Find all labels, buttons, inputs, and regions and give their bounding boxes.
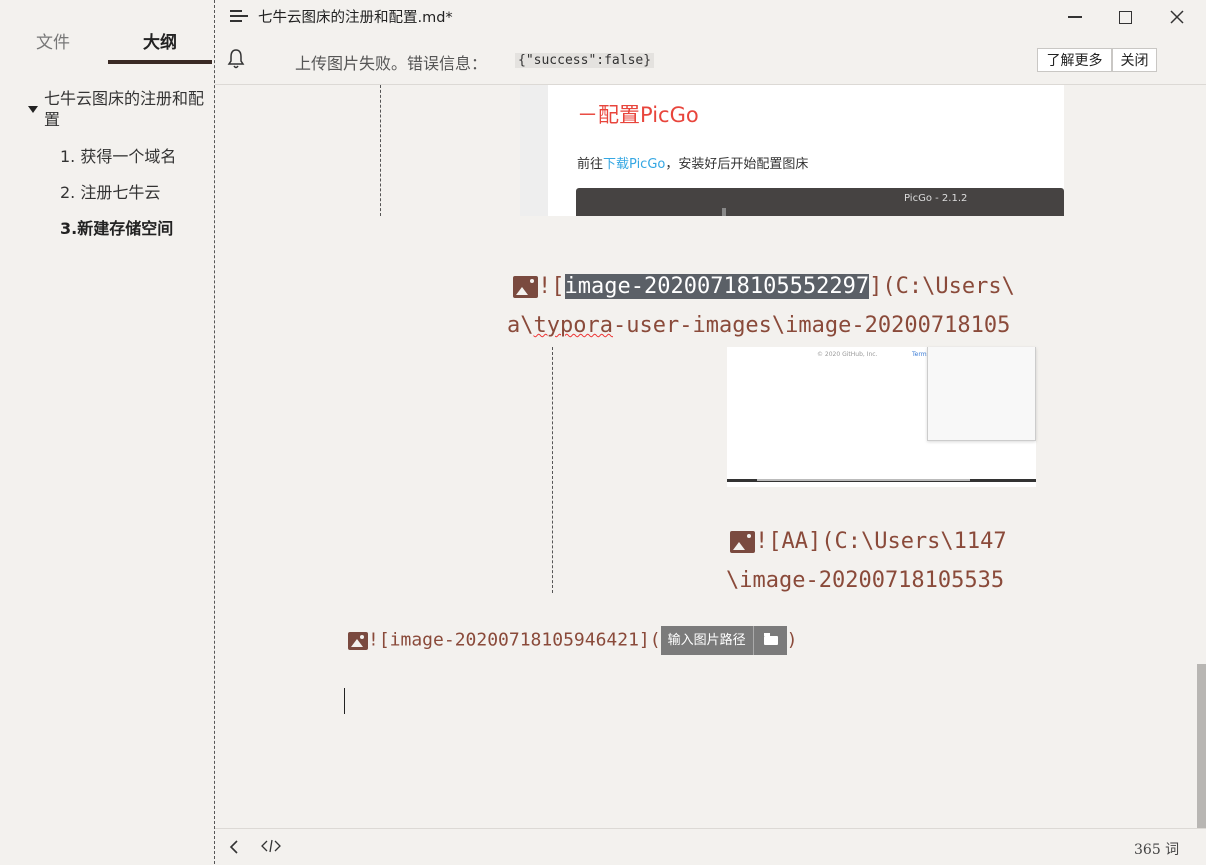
close-window-button[interactable] <box>1152 0 1202 34</box>
outline-item-1[interactable]: 1. 获得一个域名 <box>60 143 176 167</box>
embedded-copyright: © 2020 GitHub, Inc. <box>817 351 878 358</box>
maximize-button[interactable] <box>1100 0 1150 34</box>
embedded-image-margin <box>520 85 548 216</box>
tab-files[interactable]: 文件 <box>36 28 70 53</box>
collapse-caret-icon[interactable] <box>28 106 38 113</box>
text-cursor <box>344 688 345 714</box>
code-icon <box>261 839 281 853</box>
editor[interactable]: －配置PicGo 前往下载PicGo，安装好后开始配置图床 PicGo - 2.… <box>215 85 1206 827</box>
minimize-icon <box>1068 16 1082 18</box>
notification-message: 上传图片失败。错误信息： <box>295 54 488 73</box>
image-markdown-line-2[interactable]: ![AA](C:\Users\1147 <box>730 529 1007 554</box>
status-bar: 365 词 <box>215 828 1206 865</box>
outline-item-root[interactable]: 七牛云图床的注册和配置 <box>44 88 204 130</box>
tab-outline[interactable]: 大纲 <box>143 28 177 53</box>
menu-icon[interactable] <box>230 9 248 23</box>
source-mode-button[interactable] <box>261 839 281 857</box>
notification-bar: 上传图片失败。错误信息： {"success":false} 了解更多 关闭 <box>215 38 1206 85</box>
spellcheck-word: typora <box>533 313 613 338</box>
error-code: {"success":false} <box>515 53 655 68</box>
embedded-app-title: PicGo - 2.1.2 <box>904 193 968 204</box>
image-icon <box>348 631 368 650</box>
embedded-app-titlebar: PicGo - 2.1.2 <box>576 188 1064 216</box>
title-bar: 七牛云图床的注册和配置.md* <box>215 0 1206 34</box>
embedded-heading: －配置PicGo <box>577 103 699 127</box>
active-tab-indicator <box>108 60 212 64</box>
embedded-text: 前往下载PicGo，安装好后开始配置图床 <box>577 157 809 172</box>
close-notification-button[interactable]: 关闭 <box>1112 48 1157 72</box>
bell-icon <box>227 49 245 69</box>
embedded-image-github[interactable]: © 2020 GitHub, Inc. Terms <box>727 347 1036 487</box>
block-guide <box>380 85 381 216</box>
learn-more-button[interactable]: 了解更多 <box>1037 48 1112 72</box>
image-markdown-line-1[interactable]: ![image-20200718105552297](C:\Users\ <box>513 274 1015 299</box>
folder-icon <box>763 633 778 645</box>
image-markdown-line-1b[interactable]: a\typora-user-images\image-20200718105 <box>507 313 1010 338</box>
embedded-panel <box>927 347 1036 441</box>
word-count[interactable]: 365 词 <box>1134 839 1179 859</box>
window-title: 七牛云图床的注册和配置.md* <box>258 10 453 26</box>
outline-item-2[interactable]: 2. 注册七牛云 <box>60 179 160 203</box>
toggle-sidebar-button[interactable] <box>229 839 239 858</box>
close-icon <box>1170 10 1184 24</box>
image-icon <box>513 276 538 298</box>
sidebar: 文件 大纲 七牛云图床的注册和配置 1. 获得一个域名 2. 注册七牛云 3.新… <box>0 0 214 864</box>
chevron-left-icon <box>229 840 238 854</box>
scrollbar[interactable] <box>1197 664 1206 828</box>
maximize-icon <box>1118 10 1132 24</box>
open-folder-button[interactable] <box>752 626 787 655</box>
image-markdown-line-3[interactable]: ![image-20200718105946421](输入图片路径) <box>348 626 797 655</box>
image-icon <box>730 531 755 553</box>
nested-block-guide <box>552 347 553 593</box>
outline-item-3[interactable]: 3.新建存储空间 <box>60 215 173 239</box>
selected-alt-text: image-20200718105552297 <box>564 274 870 299</box>
embedded-link: 下载PicGo <box>603 157 666 172</box>
minimize-button[interactable] <box>1050 0 1100 34</box>
image-path-input[interactable]: 输入图片路径 <box>660 626 753 655</box>
image-markdown-line-2b[interactable]: \image-20200718105535 <box>726 568 1004 593</box>
